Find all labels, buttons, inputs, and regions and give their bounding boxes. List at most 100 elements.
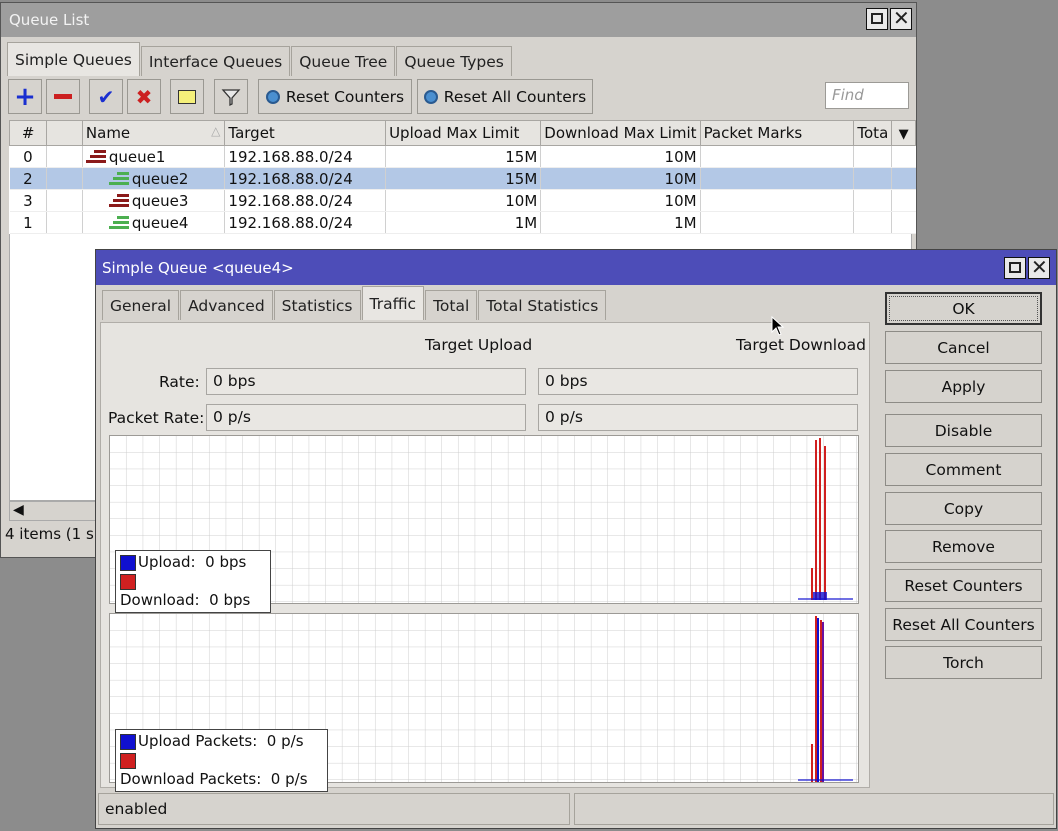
find-input[interactable]: Find [825,82,909,109]
legend-upload: Upload: 0 bps [120,553,266,572]
row-num: 3 [9,189,48,212]
col-header-total[interactable]: Tota [853,120,893,146]
tab-traffic[interactable]: Traffic [361,286,425,320]
status-bar-right [574,793,1054,825]
row-upload-limit: 10M [385,189,542,212]
close-icon[interactable]: ✕ [890,6,912,30]
ok-button[interactable]: OK [885,292,1042,325]
reset-all-counters-button[interactable]: Reset All Counters [885,608,1042,641]
legend-download-packets-label: Download Packets: 0 p/s [120,770,308,788]
tab-statistics[interactable]: Statistics [273,290,361,320]
maximize-icon[interactable] [1004,257,1026,279]
graph-spike [824,446,826,600]
row-download-limit: 10M [540,189,701,212]
col-header-packet-marks[interactable]: Packet Marks [699,120,855,146]
row-total [853,211,893,234]
reset-icon [423,89,438,104]
disable-button[interactable]: Disable [885,414,1042,447]
graph-spike [811,744,813,782]
tab-total[interactable]: Total [425,290,478,320]
target-download-header: Target Download [736,336,866,354]
download-swatch [120,752,136,769]
queue-list-toolbar: + ✔ ✖ Reset Counters Reset All Counters … [1,79,916,117]
x-mark-icon: ✖ [135,84,153,109]
row-download-limit: 10M [540,167,701,190]
row-flags [46,211,83,234]
row-name-label: queue4 [131,213,189,232]
torch-button[interactable]: Torch [885,646,1042,679]
copy-button[interactable]: Copy [885,492,1042,525]
upload-swatch [120,554,136,571]
queue-list-status: 4 items (1 s [5,525,94,543]
row-upload-limit: 15M [385,145,542,168]
cancel-button[interactable]: Cancel [885,331,1042,364]
enable-button[interactable]: ✔ [89,79,123,114]
row-pad [891,167,916,190]
col-header-download-max-limit[interactable]: Download Max Limit [540,120,701,146]
col-header-flags[interactable] [46,120,83,146]
upload-swatch [120,733,136,750]
traffic-panel: Target Upload Target Download Rate: 0 bp… [100,322,870,792]
plus-icon: + [14,81,36,112]
row-download-limit: 1M [540,211,701,234]
download-swatch [120,573,136,590]
close-icon[interactable]: ✕ [1028,255,1050,279]
remove-button[interactable] [46,79,80,114]
table-row[interactable]: 1 queue4 192.168.88.0/24 1M 1M [9,211,916,234]
row-upload-limit: 1M [385,211,542,234]
queue-icon [108,171,129,187]
simple-queue-tabs: General Advanced Statistics Traffic Tota… [102,286,607,320]
comment-button[interactable] [170,79,204,114]
remove-button[interactable]: Remove [885,530,1042,563]
row-num: 2 [9,167,48,190]
tab-simple-queues[interactable]: Simple Queues [7,42,140,76]
row-target: 192.168.88.0/24 [224,145,387,168]
row-pad [891,145,916,168]
maximize-icon[interactable] [866,8,888,30]
queue-list-title: Queue List [9,11,90,29]
col-header-num[interactable]: # [8,120,48,146]
col-header-upload-max-limit[interactable]: Upload Max Limit [385,120,542,146]
graph-baseline [798,598,853,600]
graph-spike [819,438,821,600]
reset-counters-button[interactable]: Reset Counters [258,79,412,114]
row-pad [891,189,916,212]
tab-queue-types[interactable]: Queue Types [396,46,512,76]
add-button[interactable]: + [8,79,42,114]
tab-total-statistics[interactable]: Total Statistics [478,290,607,320]
queue-icon [85,149,106,165]
table-row[interactable]: 2 queue2 192.168.88.0/24 15M 10M [9,167,916,190]
rate-download-field: 0 bps [538,368,858,395]
row-total [853,189,893,212]
comment-button[interactable]: Comment [885,453,1042,486]
table-row[interactable]: 0 queue1 192.168.88.0/24 15M 10M [9,145,916,168]
queue-list-titlebar[interactable]: Queue List ✕ [1,3,916,37]
tab-general[interactable]: General [102,290,180,320]
reset-icon [265,89,280,104]
tab-advanced[interactable]: Advanced [180,290,273,320]
row-download-limit: 10M [540,145,701,168]
row-flags [46,145,83,168]
col-header-target[interactable]: Target [224,120,387,146]
row-flags [46,167,83,190]
row-name-label: queue2 [131,169,189,188]
arrow-left-icon[interactable]: ◀ [13,502,24,518]
reset-counters-button[interactable]: Reset Counters [885,569,1042,602]
packets-legend: Upload Packets: 0 p/s Download Packets: … [115,729,328,792]
column-menu-dropdown[interactable]: ▼ [891,120,916,146]
tab-interface-queues[interactable]: Interface Queues [140,46,291,76]
reset-all-counters-button[interactable]: Reset All Counters [417,79,593,114]
table-row[interactable]: 3 queue3 192.168.88.0/24 10M 10M [9,189,916,212]
apply-button[interactable]: Apply [885,370,1042,403]
row-name-label: queue3 [131,191,189,210]
tab-queue-tree[interactable]: Queue Tree [291,46,396,76]
row-total [853,167,893,190]
horizontal-scrollbar[interactable]: ◀ [9,501,99,521]
legend-download: Download: 0 bps [120,572,266,610]
reset-counters-label: Reset Counters [285,87,405,106]
filter-button[interactable] [214,79,248,114]
disable-button[interactable]: ✖ [127,79,161,114]
col-header-name[interactable]: Name △ [81,120,226,146]
simple-queue-titlebar[interactable]: Simple Queue <queue4> ✕ [96,250,1056,285]
chevron-down-icon: ▼ [898,127,909,142]
